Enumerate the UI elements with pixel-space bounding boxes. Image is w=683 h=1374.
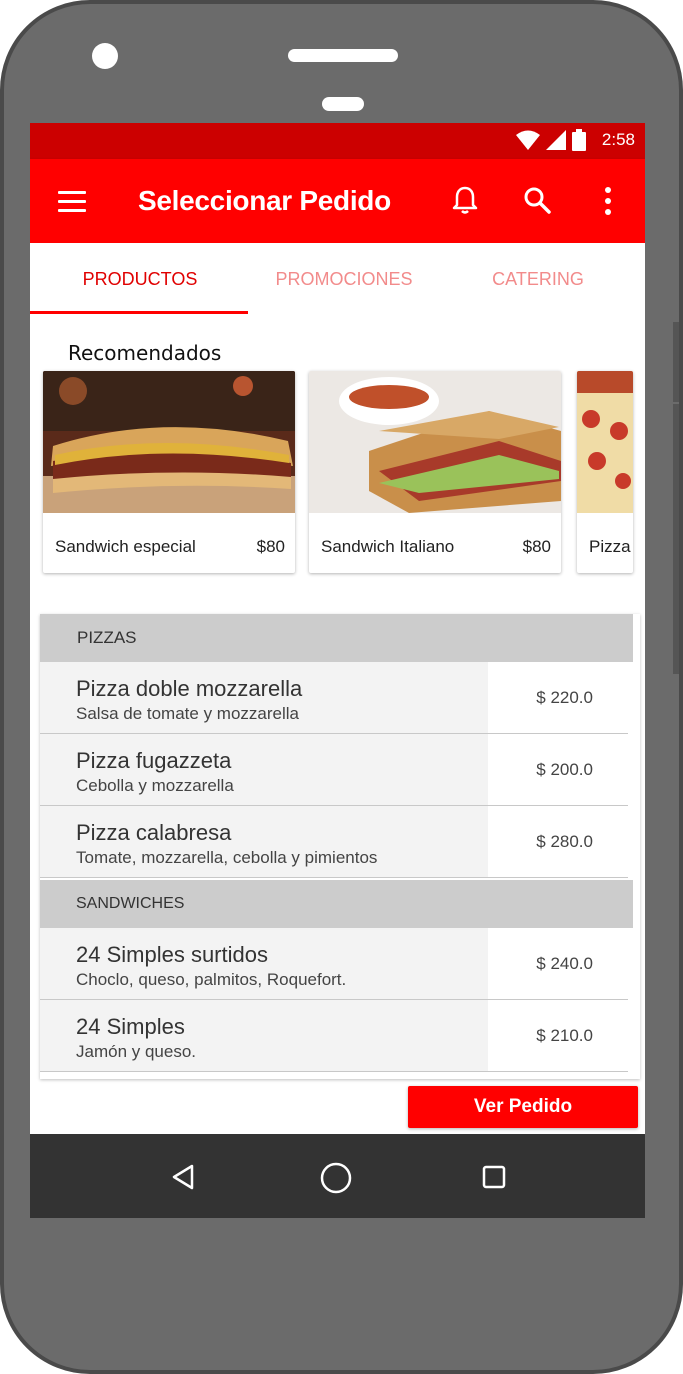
pizza-image	[577, 371, 633, 513]
section-header-pizzas: PIZZAS	[40, 614, 633, 662]
item-description: Cebolla y mozzarella	[76, 776, 234, 795]
volume-button	[673, 322, 679, 402]
sandwich-italiano-image	[309, 371, 561, 513]
item-price: $ 240.0	[536, 954, 593, 973]
proximity-sensor	[322, 97, 364, 111]
page-title: Seleccionar Pedido	[138, 185, 391, 216]
item-name: Pizza fugazzeta	[76, 748, 232, 773]
tab-bar: PRODUCTOS PROMOCIONES CATERING	[30, 243, 645, 315]
tab-promociones[interactable]: PROMOCIONES	[242, 269, 446, 290]
product-card-price: $80	[256, 537, 285, 556]
item-name: Pizza doble mozzarella	[76, 676, 303, 701]
section-header-sandwiches: SANDWICHES	[40, 880, 633, 928]
wifi-icon	[515, 130, 540, 150]
list-item[interactable]: Pizza calabresa Tomate, mozzarella, cebo…	[40, 806, 633, 878]
battery-icon	[571, 129, 586, 151]
tab-indicator	[30, 311, 248, 314]
status-bar: 2:58	[30, 123, 645, 159]
product-card[interactable]: Sandwich Italiano $80	[309, 371, 561, 573]
product-card-name: Sandwich especial	[55, 537, 196, 556]
sandwich-especial-image	[43, 371, 295, 513]
search-icon[interactable]	[523, 186, 551, 214]
divider	[40, 1071, 628, 1072]
back-icon[interactable]	[171, 1164, 195, 1190]
item-price: $ 200.0	[536, 760, 593, 779]
list-item[interactable]: Pizza fugazzeta Cebolla y mozzarella $ 2…	[40, 734, 633, 806]
divider	[40, 877, 628, 878]
navigation-bar	[30, 1134, 645, 1218]
product-card[interactable]: Pizza	[577, 371, 633, 573]
list-item[interactable]: 24 Simples surtidos Choclo, queso, palmi…	[40, 928, 633, 1000]
tab-catering[interactable]: CATERING	[442, 269, 634, 290]
ver-pedido-button[interactable]: Ver Pedido	[408, 1086, 638, 1128]
bell-icon[interactable]	[451, 185, 479, 215]
recommended-title: Recomendados	[68, 341, 222, 365]
product-card-name: Pizza	[589, 537, 631, 556]
item-price: $ 280.0	[536, 832, 593, 851]
signal-icon	[545, 130, 566, 150]
product-card[interactable]: Sandwich especial $80	[43, 371, 295, 573]
item-description: Tomate, mozzarella, cebolla y pimientos	[76, 848, 378, 867]
menu-icon[interactable]	[58, 191, 86, 212]
more-vert-icon[interactable]	[603, 187, 613, 215]
item-description: Jamón y queso.	[76, 1042, 197, 1061]
menu-list: PIZZAS Pizza doble mozzarella Salsa de t…	[40, 614, 640, 1079]
item-name: Pizza calabresa	[76, 820, 232, 845]
list-item[interactable]: 24 Simples Jamón y queso. $ 210.0	[40, 1000, 633, 1072]
product-card-price: $80	[522, 537, 551, 556]
volume-button	[673, 404, 679, 504]
item-description: Choclo, queso, palmitos, Roquefort.	[76, 970, 347, 989]
status-time: 2:58	[601, 130, 635, 149]
item-description: Salsa de tomate y mozzarella	[76, 704, 299, 723]
product-card-name: Sandwich Italiano	[321, 537, 455, 556]
item-price: $ 210.0	[536, 1026, 593, 1045]
earpiece-speaker	[288, 49, 398, 62]
screen: 2:58 Seleccionar Pedido PRODUCTOS PROMOC…	[30, 123, 645, 1218]
front-camera	[92, 43, 118, 69]
recent-apps-icon[interactable]	[482, 1165, 506, 1189]
item-name: 24 Simples	[76, 1014, 185, 1039]
power-button	[673, 504, 679, 674]
tab-productos[interactable]: PRODUCTOS	[30, 269, 250, 290]
home-icon[interactable]	[320, 1162, 352, 1194]
item-price: $ 220.0	[536, 688, 593, 707]
list-item[interactable]: Pizza doble mozzarella Salsa de tomate y…	[40, 662, 633, 734]
item-name: 24 Simples surtidos	[76, 942, 268, 967]
app-bar: Seleccionar Pedido	[30, 159, 645, 243]
